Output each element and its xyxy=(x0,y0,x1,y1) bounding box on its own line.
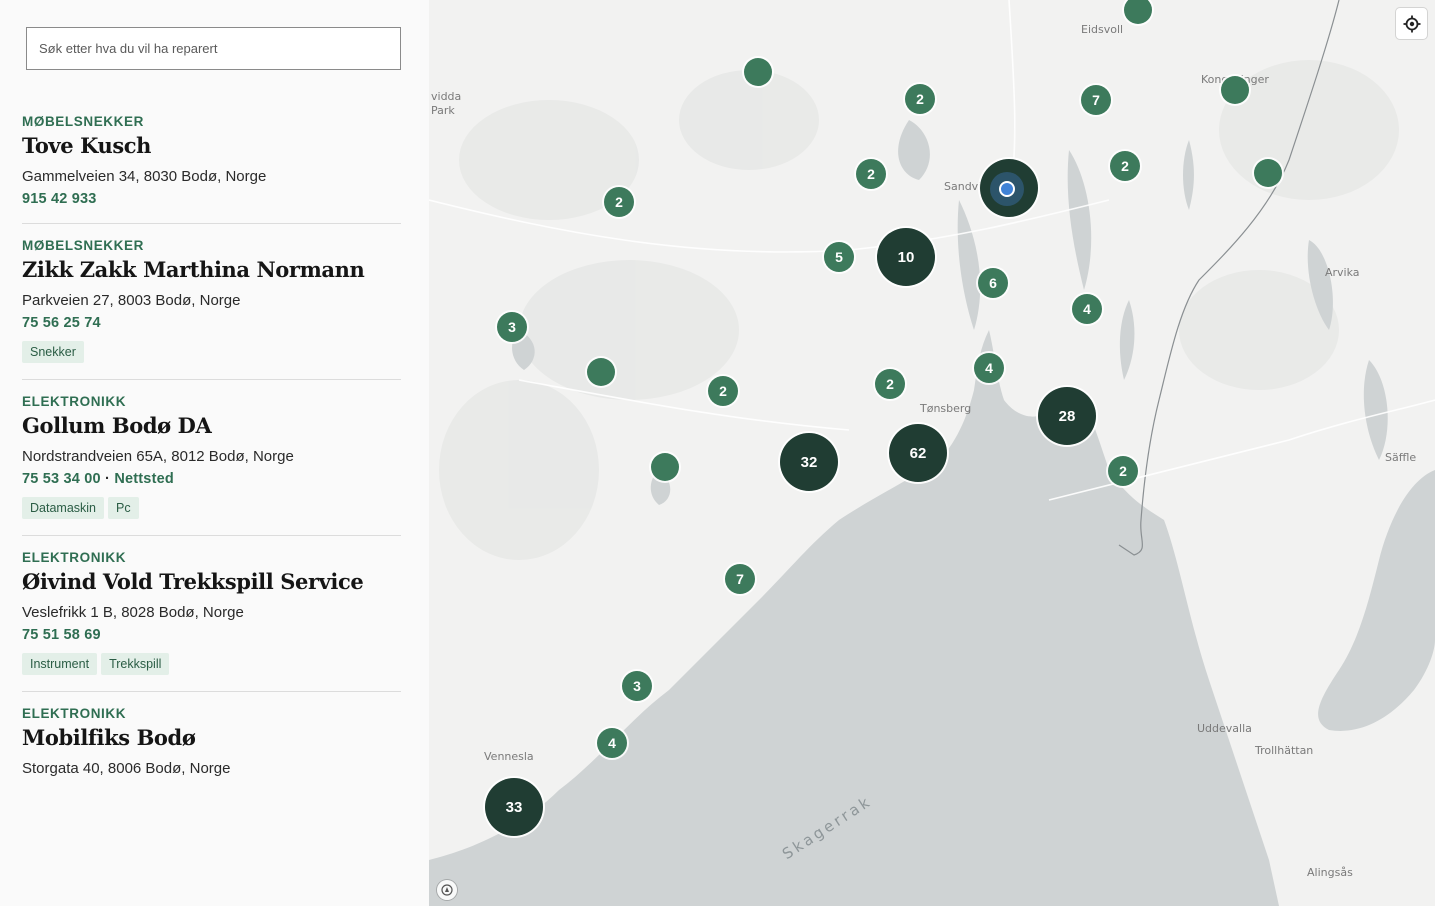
map-cluster-marker[interactable]: 7 xyxy=(725,564,755,594)
crosshair-icon xyxy=(1403,15,1420,32)
place-label: Vennesla xyxy=(484,750,534,763)
place-label: Säffle xyxy=(1385,451,1417,464)
map-cluster-marker[interactable]: 32 xyxy=(780,433,838,491)
place-label: Alingsås xyxy=(1307,866,1353,879)
listing-category: ELEKTRONIKK xyxy=(22,394,127,409)
map-marker[interactable] xyxy=(651,453,679,481)
map-cluster-marker[interactable]: 4 xyxy=(974,353,1004,383)
search-input[interactable] xyxy=(26,27,401,70)
listing-tag[interactable]: Trekkspill xyxy=(101,653,170,675)
map-marker[interactable] xyxy=(1221,76,1249,104)
map-cluster-marker[interactable]: 2 xyxy=(708,376,738,406)
listing-name[interactable]: Tove Kusch xyxy=(22,133,401,158)
map-cluster-marker[interactable]: 7 xyxy=(1081,85,1111,115)
listing-address: Parkveien 27, 8003 Bodø, Norge xyxy=(22,292,241,309)
map-cluster-marker[interactable]: 4 xyxy=(1072,294,1102,324)
user-location-dot xyxy=(990,172,1024,206)
listing-category: MØBELSNEKKER xyxy=(22,238,144,253)
map-cluster-marker[interactable]: 2 xyxy=(856,159,886,189)
listing-tag[interactable]: Instrument xyxy=(22,653,98,675)
map-cluster-marker[interactable]: 2 xyxy=(875,369,905,399)
listing-name[interactable]: Gollum Bodø DA xyxy=(22,413,401,438)
map-marker[interactable] xyxy=(744,58,772,86)
listing-category: ELEKTRONIKK xyxy=(22,706,127,721)
place-label: Park xyxy=(431,104,455,117)
map-view[interactable]: Eidsvoll Kongsvinger Sandvika Arvika Tøn… xyxy=(429,0,1435,906)
listing-address: Nordstrandveien 65A, 8012 Bodø, Norge xyxy=(22,448,294,465)
map-cluster-marker[interactable]: 2 xyxy=(905,84,935,114)
map-cluster-marker[interactable]: 2 xyxy=(1110,151,1140,181)
listing-tag[interactable]: Snekker xyxy=(22,341,84,363)
place-label: Arvika xyxy=(1325,266,1360,279)
listing-tag[interactable]: Pc xyxy=(108,497,139,519)
map-cluster-marker[interactable]: 2 xyxy=(604,187,634,217)
map-cluster-marker[interactable]: 10 xyxy=(877,228,935,286)
list-item[interactable]: ELEKTRONIKK Gollum Bodø DA Nordstrandvei… xyxy=(22,380,401,536)
map-cluster-marker[interactable]: 6 xyxy=(978,268,1008,298)
locate-me-button[interactable] xyxy=(1396,8,1427,39)
map-cluster-marker[interactable]: 3 xyxy=(622,671,652,701)
map-marker[interactable] xyxy=(587,358,615,386)
listing-address: Gammelveien 34, 8030 Bodø, Norge xyxy=(22,168,267,185)
list-item[interactable]: ELEKTRONIKK Øivind Vold Trekkspill Servi… xyxy=(22,536,401,692)
listing-category: ELEKTRONIKK xyxy=(22,550,127,565)
place-label: Eidsvoll xyxy=(1081,23,1124,36)
map-cluster-marker[interactable]: 4 xyxy=(597,728,627,758)
map-marker[interactable] xyxy=(1254,159,1282,187)
list-item[interactable]: ELEKTRONIKK Mobilfiks Bodø Storgata 40, … xyxy=(22,692,401,793)
listing-address: Veslefrikk 1 B, 8028 Bodø, Norge xyxy=(22,604,244,621)
separator-dot: · xyxy=(105,471,111,487)
list-item[interactable]: MØBELSNEKKER Zikk Zakk Marthina Normann … xyxy=(22,224,401,380)
place-label: Trollhättan xyxy=(1255,744,1314,757)
listing-phone-link[interactable]: 915 42 933 xyxy=(22,191,97,207)
map-attribution-button[interactable] xyxy=(437,880,457,900)
listing-name[interactable]: Øivind Vold Trekkspill Service xyxy=(22,569,401,594)
listing-website-link[interactable]: Nettsted xyxy=(114,471,174,487)
listing-phone-link[interactable]: 75 51 58 69 xyxy=(22,627,101,643)
map-cluster-marker[interactable]: 33 xyxy=(485,778,543,836)
listing-phone-link[interactable]: 75 56 25 74 xyxy=(22,315,101,331)
map-cluster-marker[interactable]: 5 xyxy=(824,242,854,272)
map-cluster-marker[interactable]: 2 xyxy=(1108,456,1138,486)
listing-category: MØBELSNEKKER xyxy=(22,114,144,129)
place-label: Tønsberg xyxy=(920,402,972,415)
map-cluster-marker[interactable]: 62 xyxy=(889,424,947,482)
map-cluster-marker[interactable]: 3 xyxy=(497,312,527,342)
map-cluster-marker[interactable]: 28 xyxy=(1038,387,1096,445)
listing-phone-link[interactable]: 75 53 34 00 xyxy=(22,471,101,487)
listing-name[interactable]: Zikk Zakk Marthina Normann xyxy=(22,257,401,282)
results-sidebar: MØBELSNEKKER Tove Kusch Gammelveien 34, … xyxy=(0,0,429,906)
place-label: vidda xyxy=(431,90,462,103)
listing-tag[interactable]: Datamaskin xyxy=(22,497,104,519)
compass-icon xyxy=(441,884,453,896)
results-list: MØBELSNEKKER Tove Kusch Gammelveien 34, … xyxy=(22,100,401,793)
place-label: Uddevalla xyxy=(1197,722,1252,735)
list-item[interactable]: MØBELSNEKKER Tove Kusch Gammelveien 34, … xyxy=(22,100,401,224)
listing-name[interactable]: Mobilfiks Bodø xyxy=(22,725,401,750)
listing-address: Storgata 40, 8006 Bodø, Norge xyxy=(22,760,231,777)
